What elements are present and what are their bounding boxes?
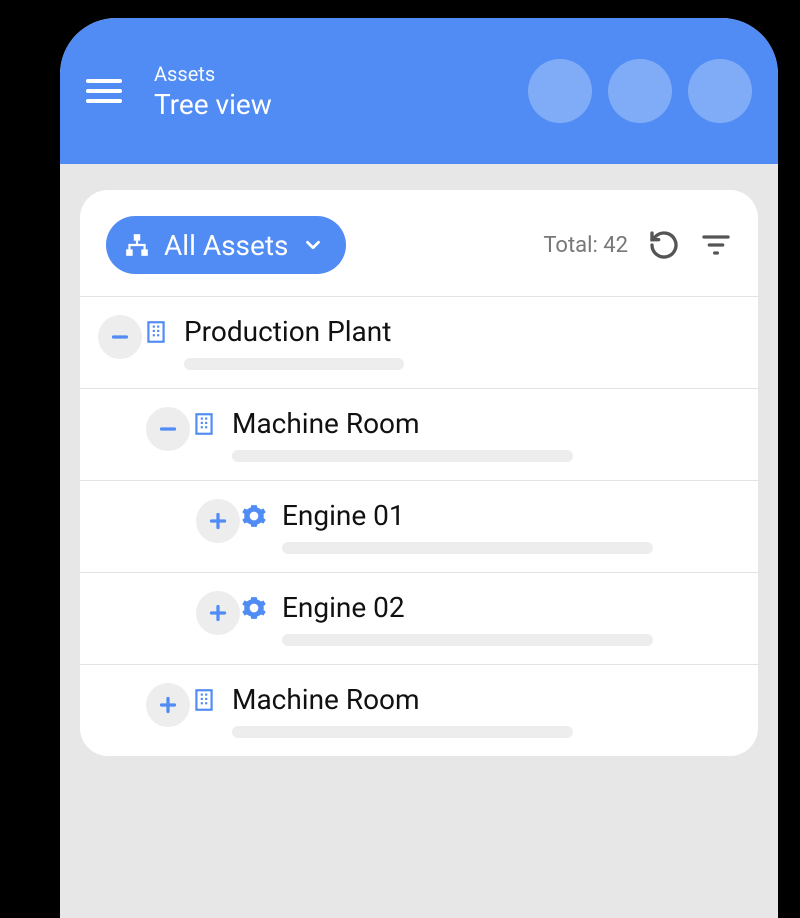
minus-icon [155, 416, 181, 442]
asset-filter-label: All Assets [164, 229, 288, 262]
app-bar-titles: Assets Tree view [154, 62, 508, 121]
tree-row[interactable]: Production Plant [80, 296, 758, 388]
skeleton-line [184, 358, 404, 370]
plus-icon [205, 600, 231, 626]
tree-item-label: Machine Room [232, 407, 734, 440]
plus-icon [205, 508, 231, 534]
building-icon [142, 319, 170, 345]
expand-button[interactable] [146, 683, 190, 727]
tree-row[interactable]: Engine 02 [80, 572, 758, 664]
filter-button[interactable] [700, 229, 732, 261]
gear-icon [240, 503, 268, 529]
skeleton-line [232, 450, 573, 462]
card-toolbar: All Assets Total: 42 [80, 216, 758, 296]
asset-filter-dropdown[interactable]: All Assets [106, 216, 346, 274]
collapse-button[interactable] [98, 315, 142, 359]
plus-icon [155, 692, 181, 718]
action-placeholder-2[interactable] [608, 59, 672, 123]
skeleton-line [232, 726, 573, 738]
tree-item-label: Production Plant [184, 315, 734, 348]
building-icon [190, 687, 218, 713]
app-bar-actions [528, 59, 752, 123]
tree-row[interactable]: Engine 01 [80, 480, 758, 572]
tree-row[interactable]: Machine Room [80, 664, 758, 756]
skeleton-line [282, 634, 653, 646]
filter-icon [700, 229, 732, 261]
tree-row[interactable]: Machine Room [80, 388, 758, 480]
gear-icon [240, 595, 268, 621]
tree-item-label: Engine 02 [282, 591, 734, 624]
total-label: Total: 42 [543, 233, 628, 258]
action-placeholder-3[interactable] [688, 59, 752, 123]
expand-button[interactable] [196, 591, 240, 635]
chevron-down-icon [302, 234, 324, 256]
expand-button[interactable] [196, 499, 240, 543]
action-placeholder-1[interactable] [528, 59, 592, 123]
collapse-button[interactable] [146, 407, 190, 451]
minus-icon [107, 324, 133, 350]
app-bar: Assets Tree view [60, 18, 778, 164]
tree-item-label: Machine Room [232, 683, 734, 716]
building-icon [190, 411, 218, 437]
sitemap-icon [124, 232, 150, 258]
skeleton-line [282, 542, 653, 554]
refresh-button[interactable] [648, 229, 680, 261]
tree-item-label: Engine 01 [282, 499, 734, 532]
app-bar-title: Tree view [154, 88, 508, 121]
device-frame: Assets Tree view All Assets [60, 18, 778, 918]
refresh-icon [648, 229, 680, 261]
app-bar-subtitle: Assets [154, 62, 508, 86]
tree-list: Production Plant Machine Room Engine 0 [80, 296, 758, 756]
tree-card: All Assets Total: 42 [80, 190, 758, 756]
menu-icon[interactable] [86, 71, 126, 111]
